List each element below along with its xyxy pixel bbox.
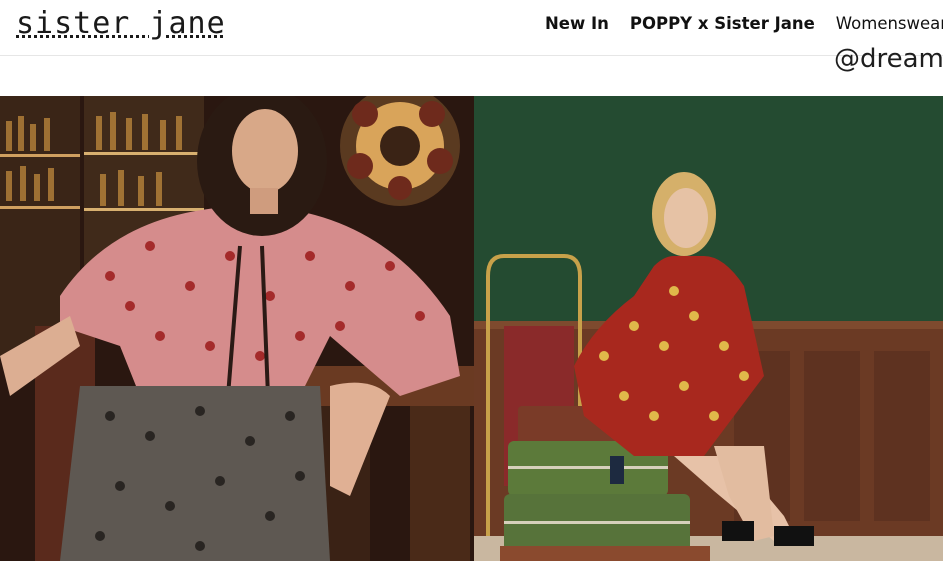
nav-item-poppy-x-sister-jane[interactable]: POPPY x Sister Jane [630, 14, 815, 34]
hero-image-left[interactable] [0, 96, 474, 561]
nav-item-new-in[interactable]: New In [545, 14, 609, 34]
site-header: sister jane New In POPPY x Sister Jane W… [0, 0, 943, 56]
main-nav: New In POPPY x Sister Jane Womenswear [545, 14, 943, 34]
suitcase-scene-illustration [474, 96, 943, 561]
hero-image-right[interactable] [474, 96, 943, 561]
bar-scene-illustration [0, 96, 474, 561]
nav-item-womenswear[interactable]: Womenswear [836, 14, 943, 34]
hero-gallery [0, 96, 943, 561]
brand-logo[interactable]: sister jane [16, 6, 226, 41]
social-handle-text: @dream [834, 44, 943, 74]
